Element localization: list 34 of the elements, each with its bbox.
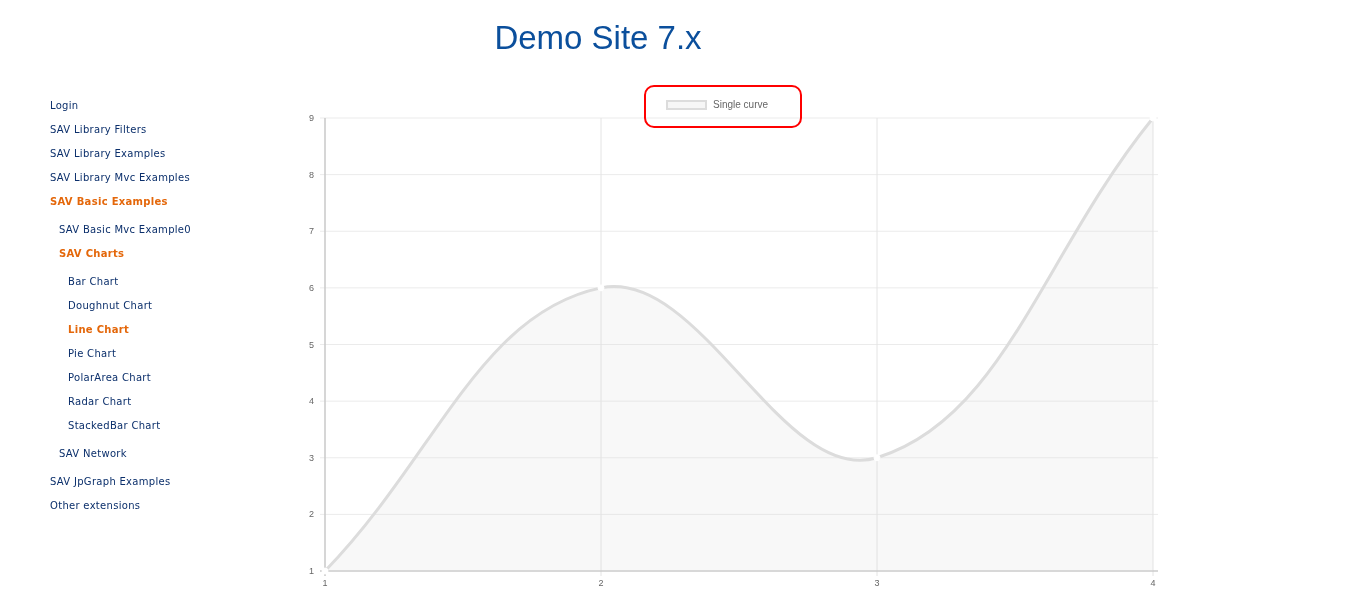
site-title: Demo Site 7.x [494,18,702,58]
menu-link[interactable]: SAV Basic Mvc Example0 [59,221,191,239]
y-tick-label: 2 [309,509,314,520]
menu-link[interactable]: Pie Chart [68,345,117,363]
y-tick-label: 6 [309,282,314,293]
menu-link[interactable]: Radar Chart [68,393,132,411]
y-tick-label: 7 [309,226,314,237]
y-tick-label: 1 [309,566,314,576]
menu-link[interactable]: SAV JpGraph Examples [50,473,171,491]
menu-link[interactable]: SAV Library Filters [50,121,147,139]
y-tick-label: 4 [309,396,314,407]
x-tick-label: 1 [322,578,328,588]
legend-label: Single curve [713,99,769,110]
y-tick-label: 9 [309,113,314,123]
data-point [321,567,329,575]
menu-link[interactable]: PolarArea Chart [68,369,151,387]
y-tick-label: 5 [309,339,314,350]
menu-link[interactable]: SAV Library Mvc Examples [50,169,190,187]
menu-link[interactable]: SAV Network [59,445,127,463]
menu-link[interactable]: StackedBar Chart [68,417,161,435]
menu-link[interactable]: Bar Chart [68,273,119,291]
data-point [1149,114,1157,122]
menu-link[interactable]: Other extensions [50,497,141,515]
data-point [873,454,881,462]
x-tick-label: 2 [598,578,604,588]
menu-link[interactable]: Login [50,97,79,115]
y-tick-label: 3 [309,452,314,463]
x-tick-label: 3 [874,578,880,588]
legend-swatch [666,100,707,110]
menu-link[interactable]: SAV Library Examples [50,145,166,163]
x-tick-label: 4 [1150,578,1156,588]
data-point [597,284,605,292]
y-tick-label: 8 [309,169,314,180]
menu-link[interactable]: Doughnut Chart [68,297,153,315]
